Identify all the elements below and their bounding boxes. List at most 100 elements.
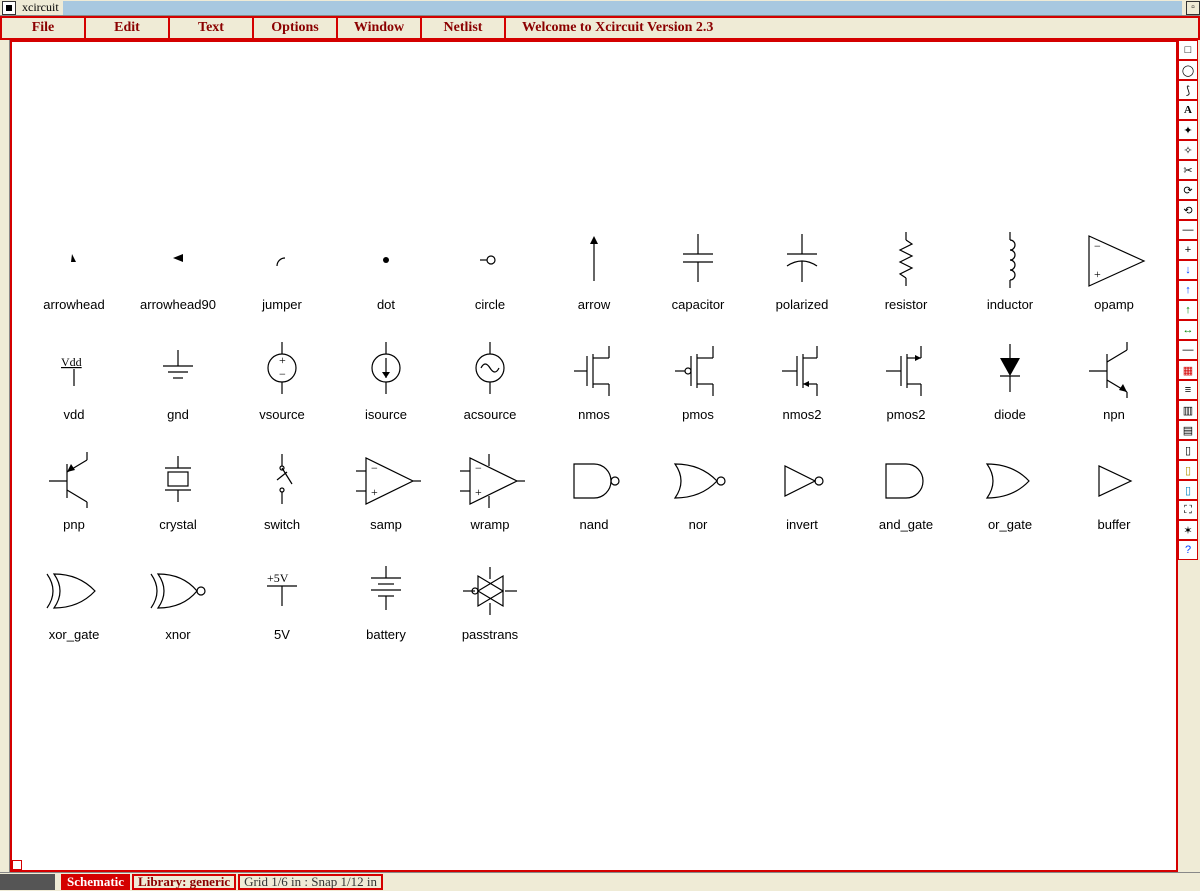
library-item-and-gate[interactable]: and_gate — [854, 422, 958, 532]
cut-icon[interactable]: ✂ — [1178, 160, 1198, 180]
library-item-battery[interactable]: battery — [334, 532, 438, 642]
vsource-icon: +− — [237, 341, 327, 401]
canvas[interactable]: arrowheadarrowhead90jumperdotcirclearrow… — [10, 40, 1178, 872]
library-item-label: acsource — [464, 407, 517, 422]
library-item-label: xor_gate — [49, 627, 100, 642]
menu-window[interactable]: Window — [338, 18, 422, 38]
menu-text[interactable]: Text — [170, 18, 254, 38]
nand-icon — [549, 451, 639, 511]
grid-icon[interactable]: ▥ — [1178, 400, 1198, 420]
library-item-arrowhead90[interactable]: arrowhead90 — [126, 202, 230, 312]
library-item-wramp[interactable]: −+wramp — [438, 422, 542, 532]
zoom-fit-icon[interactable]: ⛶ — [1178, 500, 1198, 520]
arrowhead90-icon — [133, 231, 223, 291]
hbar-icon[interactable]: — — [1178, 220, 1198, 240]
library-item-label: polarized — [776, 297, 829, 312]
book3-icon[interactable]: ▯ — [1178, 480, 1198, 500]
lines-icon[interactable]: ≡ — [1178, 380, 1198, 400]
library-item-switch[interactable]: switch — [230, 422, 334, 532]
status-schematic-button[interactable]: Schematic — [61, 874, 130, 890]
book2-icon[interactable]: ▯ — [1178, 460, 1198, 480]
library-item-dot[interactable]: dot — [334, 202, 438, 312]
library-item-nand[interactable]: nand — [542, 422, 646, 532]
box-icon[interactable]: □ — [1178, 40, 1198, 60]
help-icon[interactable]: ? — [1178, 540, 1198, 560]
polarized-icon — [757, 231, 847, 291]
menu-edit[interactable]: Edit — [86, 18, 170, 38]
move-star-icon[interactable]: ✦ — [1178, 120, 1198, 140]
library-item-nor[interactable]: nor — [646, 422, 750, 532]
library-item-pmos2[interactable]: pmos2 — [854, 312, 958, 422]
menu-file[interactable]: File — [2, 18, 86, 38]
library-item-polarized[interactable]: polarized — [750, 202, 854, 312]
rotate-ccw-icon[interactable]: ⟲ — [1178, 200, 1198, 220]
transform-icon[interactable]: ✧ — [1178, 140, 1198, 160]
library-item-invert[interactable]: invert — [750, 422, 854, 532]
library-item-xor-gate[interactable]: xor_gate — [22, 532, 126, 642]
library-item-passtrans[interactable]: passtrans — [438, 532, 542, 642]
crosshair-icon[interactable]: ✶ — [1178, 520, 1198, 540]
circle-icon — [445, 231, 535, 291]
library-item-or-gate[interactable]: or_gate — [958, 422, 1062, 532]
window-title: xcircuit — [18, 0, 59, 15]
library-item-gnd[interactable]: gnd — [126, 312, 230, 422]
library-item-label: pnp — [63, 517, 85, 532]
library-item-acsource[interactable]: acsource — [438, 312, 542, 422]
library-item-resistor[interactable]: resistor — [854, 202, 958, 312]
arrowhead-icon — [29, 231, 119, 291]
menubar: File Edit Text Options Window Netlist We… — [0, 16, 1200, 40]
library-item-diode[interactable]: diode — [958, 312, 1062, 422]
library-item-label: passtrans — [462, 627, 518, 642]
svg-text:+5V: +5V — [267, 571, 289, 585]
library-item-samp[interactable]: −+samp — [334, 422, 438, 532]
library-item-nmos2[interactable]: nmos2 — [750, 312, 854, 422]
text-icon[interactable]: A — [1178, 100, 1198, 120]
library-item-crystal[interactable]: crystal — [126, 422, 230, 532]
curve-icon[interactable]: ⟆ — [1178, 80, 1198, 100]
library-item-buffer[interactable]: buffer — [1062, 422, 1166, 532]
library-item-arrowhead[interactable]: arrowhead — [22, 202, 126, 312]
vbar-icon[interactable]: + — [1178, 240, 1198, 260]
library-item-label: vdd — [64, 407, 85, 422]
book1-icon[interactable]: ▯ — [1178, 440, 1198, 460]
welcome-text: Welcome to Xcircuit Version 2.3 — [506, 18, 1198, 38]
up-blue-icon[interactable]: ↑ — [1178, 280, 1198, 300]
titlebar-drag[interactable] — [63, 1, 1182, 15]
menu-options[interactable]: Options — [254, 18, 338, 38]
library-item-pmos[interactable]: pmos — [646, 312, 750, 422]
acsource-icon — [445, 341, 535, 401]
library-grid: arrowheadarrowhead90jumperdotcirclearrow… — [22, 202, 1166, 642]
nmos-icon — [549, 341, 639, 401]
library-item-circle[interactable]: circle — [438, 202, 542, 312]
separator[interactable]: — — [1178, 340, 1198, 360]
window-icon — [2, 1, 16, 15]
library-item-label: or_gate — [988, 517, 1032, 532]
fill-icon[interactable]: ▤ — [1178, 420, 1198, 440]
window-resize-icon[interactable]: ▫ — [1186, 1, 1200, 15]
library-item-arrow[interactable]: arrow — [542, 202, 646, 312]
library-item-nmos[interactable]: nmos — [542, 312, 646, 422]
status-grid: Grid 1/6 in : Snap 1/12 in — [238, 874, 383, 890]
library-item-label: switch — [264, 517, 300, 532]
library-item-xnor[interactable]: xnor — [126, 532, 230, 642]
menu-netlist[interactable]: Netlist — [422, 18, 506, 38]
library-item-opamp[interactable]: −+opamp — [1062, 202, 1166, 312]
library-item-jumper[interactable]: jumper — [230, 202, 334, 312]
pmos-icon — [653, 341, 743, 401]
library-item-isource[interactable]: isource — [334, 312, 438, 422]
library-item-pnp[interactable]: pnp — [22, 422, 126, 532]
or_gate-icon — [965, 451, 1055, 511]
circle-icon[interactable]: ◯ — [1178, 60, 1198, 80]
vdd-icon: Vdd — [29, 341, 119, 401]
library-item-inductor[interactable]: inductor — [958, 202, 1062, 312]
library-item-vdd[interactable]: Vdd vdd — [22, 312, 126, 422]
library-item-capacitor[interactable]: capacitor — [646, 202, 750, 312]
rotate-cw-icon[interactable]: ⟳ — [1178, 180, 1198, 200]
library-item-npn[interactable]: npn — [1062, 312, 1166, 422]
palette-icon[interactable]: ▦ — [1178, 360, 1198, 380]
down-blue-icon[interactable]: ↓ — [1178, 260, 1198, 280]
library-item-vsource[interactable]: +−vsource — [230, 312, 334, 422]
up-green-icon[interactable]: ↑ — [1178, 300, 1198, 320]
library-item-5V[interactable]: +5V5V — [230, 532, 334, 642]
lr-green-icon[interactable]: ↔ — [1178, 320, 1198, 340]
